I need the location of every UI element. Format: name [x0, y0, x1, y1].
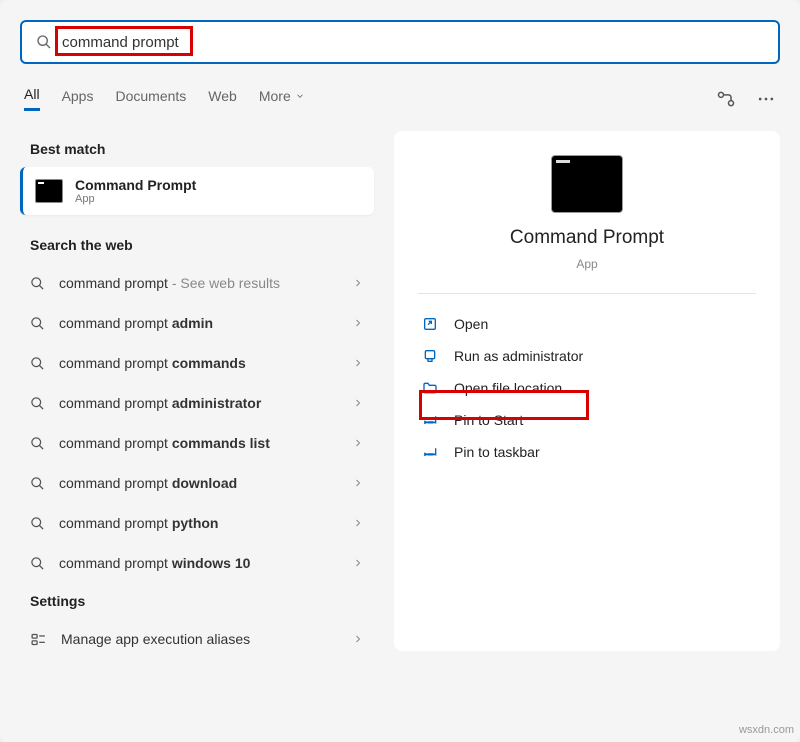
- web-result-label: command prompt commands: [59, 355, 352, 371]
- search-bar[interactable]: [20, 20, 780, 64]
- chevron-right-icon: [352, 317, 364, 329]
- chevron-right-icon: [352, 277, 364, 289]
- action-open-location[interactable]: Open file location: [406, 372, 768, 404]
- action-label: Pin to Start: [454, 412, 523, 428]
- section-settings: Settings: [20, 583, 374, 619]
- folder-icon: [422, 380, 440, 396]
- cmd-prompt-icon: [35, 179, 63, 203]
- section-web: Search the web: [20, 227, 374, 263]
- search-icon: [30, 396, 45, 411]
- search-icon: [30, 436, 45, 451]
- flow-icon[interactable]: [716, 89, 736, 109]
- settings-alias-icon: [30, 631, 47, 648]
- web-result-label: command prompt admin: [59, 315, 352, 331]
- web-result-4[interactable]: command prompt commands list: [20, 423, 374, 463]
- action-run-admin[interactable]: Run as administrator: [406, 340, 768, 372]
- web-result-3[interactable]: command prompt administrator: [20, 383, 374, 423]
- tab-web[interactable]: Web: [208, 88, 237, 110]
- chevron-down-icon: [295, 91, 305, 101]
- shield-icon: [422, 348, 440, 364]
- web-result-label: command prompt commands list: [59, 435, 352, 451]
- web-result-7[interactable]: command prompt windows 10: [20, 543, 374, 583]
- web-result-label: command prompt - See web results: [59, 275, 352, 291]
- search-icon: [30, 476, 45, 491]
- chevron-right-icon: [352, 557, 364, 569]
- action-label: Pin to taskbar: [454, 444, 540, 460]
- tab-all[interactable]: All: [24, 86, 40, 111]
- search-icon: [36, 34, 52, 50]
- open-icon: [422, 316, 440, 332]
- search-icon: [30, 356, 45, 371]
- action-label: Open file location: [454, 380, 562, 396]
- search-icon: [30, 556, 45, 571]
- search-icon: [30, 516, 45, 531]
- web-result-label: command prompt python: [59, 515, 352, 531]
- chevron-right-icon: [352, 477, 364, 489]
- best-match-title: Command Prompt: [75, 177, 196, 193]
- watermark: wsxdn.com: [739, 724, 794, 736]
- tabs-row: All Apps Documents Web More: [20, 86, 780, 111]
- search-icon: [30, 316, 45, 331]
- action-pin-start[interactable]: Pin to Start: [406, 404, 768, 436]
- web-result-2[interactable]: command prompt commands: [20, 343, 374, 383]
- pin-icon: [422, 444, 440, 460]
- best-match-item[interactable]: Command Prompt App: [20, 167, 374, 215]
- web-result-label: command prompt administrator: [59, 395, 352, 411]
- more-options-icon[interactable]: [756, 89, 776, 109]
- divider: [418, 293, 756, 294]
- web-result-6[interactable]: command prompt python: [20, 503, 374, 543]
- tab-apps[interactable]: Apps: [62, 88, 94, 110]
- results-panel: Best match Command Prompt App Search the…: [20, 131, 374, 659]
- search-icon: [30, 276, 45, 291]
- tab-more[interactable]: More: [259, 88, 305, 110]
- chevron-right-icon: [352, 437, 364, 449]
- best-match-subtitle: App: [75, 193, 196, 205]
- action-label: Open: [454, 316, 488, 332]
- detail-panel: Command Prompt App Open Run as administr…: [394, 131, 780, 651]
- detail-subtitle: App: [576, 257, 597, 271]
- chevron-right-icon: [352, 517, 364, 529]
- cmd-prompt-icon: [551, 155, 623, 213]
- action-label: Run as administrator: [454, 348, 583, 364]
- web-result-label: command prompt windows 10: [59, 555, 352, 571]
- detail-title: Command Prompt: [510, 227, 664, 249]
- search-window: All Apps Documents Web More Best match: [0, 0, 800, 742]
- action-pin-taskbar[interactable]: Pin to taskbar: [406, 436, 768, 468]
- web-result-1[interactable]: command prompt admin: [20, 303, 374, 343]
- web-result-0[interactable]: command prompt - See web results: [20, 263, 374, 303]
- section-best-match: Best match: [20, 131, 374, 167]
- search-input[interactable]: [62, 34, 764, 51]
- chevron-right-icon: [352, 357, 364, 369]
- tab-documents[interactable]: Documents: [115, 88, 186, 110]
- pin-icon: [422, 412, 440, 428]
- settings-item-0[interactable]: Manage app execution aliases: [20, 619, 374, 659]
- action-open[interactable]: Open: [406, 308, 768, 340]
- tab-more-label: More: [259, 88, 291, 104]
- web-result-label: command prompt download: [59, 475, 352, 491]
- settings-item-label: Manage app execution aliases: [61, 631, 250, 647]
- chevron-right-icon: [352, 633, 364, 645]
- web-result-5[interactable]: command prompt download: [20, 463, 374, 503]
- chevron-right-icon: [352, 397, 364, 409]
